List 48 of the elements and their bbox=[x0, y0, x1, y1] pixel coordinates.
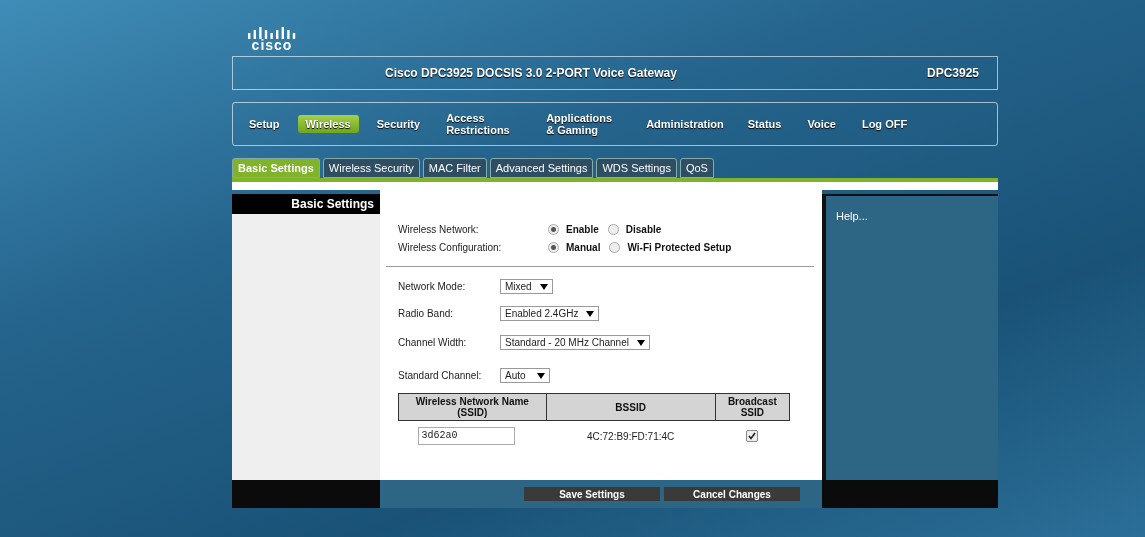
settings-tab[interactable]: MAC Filter bbox=[422, 158, 487, 178]
radio-label: Disable bbox=[625, 223, 662, 235]
nav-tab[interactable]: Access Restrictions bbox=[438, 109, 529, 139]
radio-label: Manual bbox=[566, 241, 601, 253]
field-label: Wireless Network: bbox=[398, 223, 480, 235]
radio-button[interactable] bbox=[548, 223, 559, 235]
help-text: Help... bbox=[836, 210, 868, 222]
dropdown-select[interactable]: Auto bbox=[500, 368, 550, 383]
broadcast-checkbox[interactable] bbox=[746, 430, 759, 442]
column-header: BSSID bbox=[546, 393, 716, 421]
nav-tab[interactable]: Setup bbox=[241, 115, 288, 133]
field-label: Channel Width: bbox=[398, 337, 468, 348]
dropdown-arrow-icon bbox=[586, 310, 595, 317]
settings-tab[interactable]: Wireless Security bbox=[322, 158, 420, 178]
sidebar-title: Basic Settings bbox=[232, 194, 380, 214]
nav-tab[interactable]: Applications & Gaming bbox=[538, 109, 629, 139]
save-settings-button[interactable]: Save Settings bbox=[524, 487, 660, 501]
field-label: Standard Channel: bbox=[398, 370, 483, 381]
field-label: Wireless Configuration: bbox=[398, 241, 503, 253]
nav-tab[interactable]: Voice bbox=[799, 115, 844, 133]
field-label: Network Mode: bbox=[398, 281, 467, 292]
settings-tab[interactable]: Advanced Settings bbox=[489, 158, 594, 178]
ssid-input-field[interactable]: 3d62a0 bbox=[417, 427, 515, 445]
dropdown-select[interactable]: Mixed bbox=[500, 279, 553, 294]
settings-tab[interactable]: QoS bbox=[679, 158, 714, 178]
radio-button[interactable] bbox=[607, 223, 619, 235]
radio-label: Wi-Fi Protected Setup bbox=[627, 241, 732, 253]
settings-tab[interactable]: WDS Settings bbox=[596, 158, 677, 178]
model-name: DPC3925 bbox=[926, 66, 979, 80]
dropdown-arrow-icon bbox=[537, 372, 545, 379]
cisco-logo: cisco bbox=[246, 27, 298, 52]
column-header: Broadcast SSID bbox=[715, 393, 790, 421]
dropdown-arrow-icon bbox=[636, 339, 645, 346]
nav-tab[interactable]: Administration bbox=[638, 115, 732, 133]
cancel-changes-button[interactable]: Cancel Changes bbox=[664, 487, 800, 501]
dropdown-select[interactable]: Enabled 2.4GHz bbox=[500, 306, 600, 321]
gateway-title: Cisco DPC3925 DOCSIS 3.0 2-PORT Voice Gateway bbox=[385, 66, 678, 80]
radio-label: Enable bbox=[566, 223, 599, 235]
dropdown-select[interactable]: Standard - 20 MHz Channel bbox=[500, 335, 650, 350]
radio-button[interactable] bbox=[609, 241, 621, 253]
bssid-cell: 4C:72:B9:FD:71:4C bbox=[546, 420, 716, 451]
dropdown-arrow-icon bbox=[539, 283, 548, 290]
radio-button[interactable] bbox=[548, 241, 559, 253]
nav-tab[interactable]: Security bbox=[368, 115, 429, 133]
nav-tab[interactable]: Status bbox=[739, 115, 790, 133]
nav-tab[interactable]: Log OFF bbox=[853, 115, 916, 133]
field-label: Radio Band: bbox=[398, 308, 455, 319]
column-header: Wireless Network Name (SSID) bbox=[398, 393, 547, 421]
